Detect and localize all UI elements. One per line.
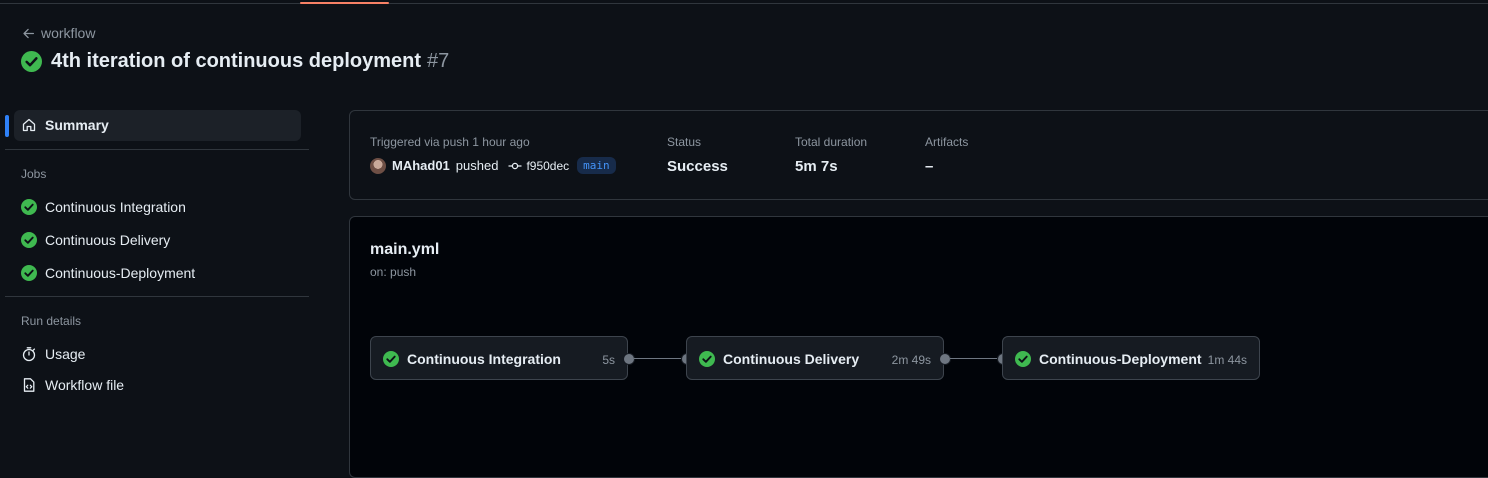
sidebar-item-label: Workflow file [45, 377, 125, 393]
arrow-left-icon [23, 28, 35, 38]
job-duration: 1m 44s [1207, 353, 1247, 367]
run-number: #7 [427, 50, 450, 72]
active-indicator [5, 115, 9, 137]
sidebar-summary-link[interactable]: Summary [21, 117, 109, 133]
sidebar-divider [5, 296, 309, 297]
branch-badge[interactable]: main [577, 157, 616, 174]
back-link[interactable]: workflow [22, 25, 95, 41]
job-node[interactable]: Continuous-Deployment 1m 44s [1002, 336, 1260, 380]
success-check-icon [21, 232, 37, 248]
sidebar-item-job[interactable]: Continuous Delivery [21, 232, 170, 248]
connector-dot [939, 353, 951, 365]
sidebar-item-usage[interactable]: Usage [21, 346, 85, 362]
sidebar-item-label: Continuous-Deployment [45, 265, 196, 281]
run-title: 4th iteration of continuous deployment [51, 50, 421, 72]
page-title: 4th iteration of continuous deployment #7 [21, 50, 449, 73]
jobs-heading: Jobs [21, 167, 47, 181]
run-summary-card: Triggered via push 1 hour ago MAhad01 pu… [349, 110, 1488, 200]
sidebar-item-label: Continuous Integration [45, 199, 186, 215]
job-duration: 5s [602, 353, 615, 367]
job-name: Continuous-Deployment [1039, 351, 1202, 367]
job-connector [950, 358, 998, 359]
job-node[interactable]: Continuous Integration 5s [370, 336, 628, 380]
sidebar-item-job[interactable]: Continuous-Deployment [21, 265, 195, 281]
file-code-icon [23, 378, 35, 392]
back-link-label: workflow [41, 25, 96, 41]
commit-link[interactable]: f950dec [508, 159, 569, 173]
actor-link[interactable]: MAhad01 [392, 158, 450, 173]
home-icon [22, 118, 36, 132]
artifacts-value: – [925, 158, 934, 175]
duration-label: Total duration [795, 135, 868, 149]
trigger-label: Triggered via push 1 hour ago [370, 135, 530, 149]
success-check-icon [21, 51, 42, 72]
run-details-heading: Run details [21, 314, 82, 328]
git-commit-icon [508, 162, 522, 169]
job-connector [634, 358, 682, 359]
trigger-info: MAhad01 pushed f950dec main [370, 157, 616, 174]
status-value: Success [667, 158, 728, 175]
header-divider [0, 3, 1488, 4]
duration-value: 5m 7s [795, 158, 838, 175]
workflow-file-name: main.yml [370, 241, 440, 258]
status-label: Status [667, 135, 702, 149]
sidebar-divider [5, 149, 309, 150]
job-name: Continuous Delivery [723, 351, 860, 367]
connector-dot [623, 353, 635, 365]
success-check-icon [1015, 351, 1031, 367]
success-check-icon [699, 351, 715, 367]
success-check-icon [21, 199, 37, 215]
success-check-icon [383, 351, 399, 367]
sidebar-item-workflow-file[interactable]: Workflow file [21, 377, 124, 393]
job-duration: 2m 49s [891, 353, 931, 367]
workflow-graph-card: main.yml on: push Continuous Integration… [349, 216, 1488, 478]
avatar[interactable] [370, 157, 386, 174]
active-tab-underline [300, 2, 389, 4]
artifacts-label: Artifacts [925, 135, 969, 149]
sidebar-item-label: Usage [45, 346, 86, 362]
sidebar-item-label: Continuous Delivery [45, 232, 171, 248]
sidebar-item-job[interactable]: Continuous Integration [21, 199, 186, 215]
action-text: pushed [455, 158, 499, 173]
stopwatch-icon [22, 347, 36, 362]
success-check-icon [21, 265, 37, 281]
job-node[interactable]: Continuous Delivery 2m 49s [686, 336, 944, 380]
job-name: Continuous Integration [407, 351, 561, 367]
workflow-trigger: on: push [370, 265, 417, 279]
sidebar-item-label: Summary [45, 117, 109, 133]
commit-sha: f950dec [526, 158, 570, 173]
